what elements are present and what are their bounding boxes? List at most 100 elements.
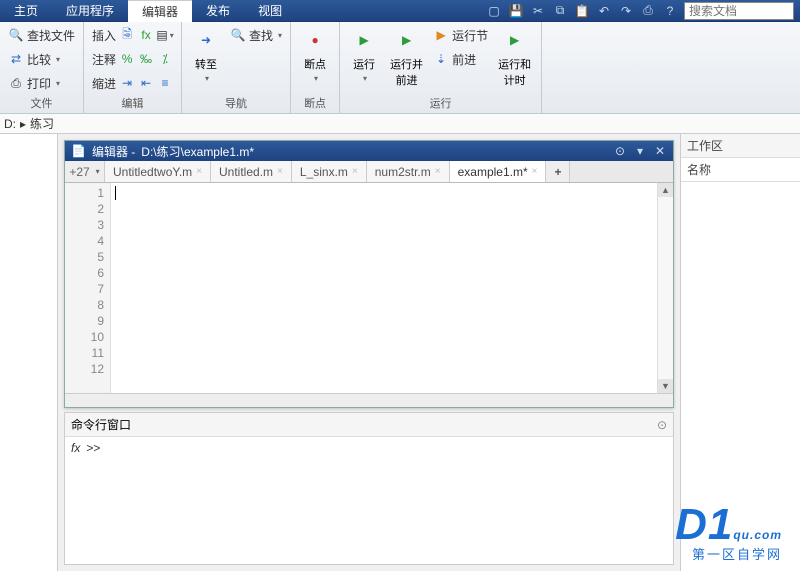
qat-cut-icon[interactable]: ✂ (530, 3, 546, 19)
goto-button[interactable]: ➜ 转至 (188, 24, 224, 85)
watermark-brand: D1 (675, 500, 733, 549)
qat-save-icon[interactable]: 💾 (508, 3, 524, 19)
main-tabstrip: 主页 应用程序 编辑器 发布 视图 ▢ 💾 ✂ ⧉ 📋 ↶ ↷ ⎙ ? (0, 0, 800, 22)
file-tab-2[interactable]: L_sinx.m× (292, 161, 367, 182)
run-button[interactable]: ▶运行 (346, 24, 382, 85)
watermark-sub: 第一区自学网 (675, 544, 782, 563)
search-input[interactable] (684, 2, 794, 20)
percent-icon: % (119, 51, 135, 67)
close-tab-icon[interactable]: × (435, 166, 441, 177)
run-time-button[interactable]: ▶运行和 计时 (494, 24, 535, 90)
line-number: 8 (65, 297, 104, 313)
left-panel (0, 134, 58, 571)
file-tab-4-label: example1.m* (458, 165, 528, 179)
breakpoint-icon: ● (301, 26, 329, 54)
run-section-button[interactable]: ▶运行节 (431, 24, 490, 46)
qat-new-icon[interactable]: ▢ (486, 3, 502, 19)
group-label-nav: 导航 (188, 94, 284, 113)
autoindent-icon: ≡ (157, 75, 173, 91)
advance-label: 前进 (452, 51, 476, 68)
ribbon-group-nav: ➜ 转至 🔍查找 导航 (182, 22, 291, 113)
editor-path: D:\练习\example1.m* (141, 143, 254, 160)
tab-editor[interactable]: 编辑器 (128, 0, 192, 22)
command-prompt: >> (86, 441, 100, 455)
advance-icon: ⇣ (433, 51, 449, 67)
line-number: 11 (65, 345, 104, 361)
addr-drive: D: (4, 117, 16, 131)
qat-help-icon[interactable]: ? (662, 3, 678, 19)
file-tabs: +27 UntitledtwoY.m× Untitled.m× L_sinx.m… (65, 161, 673, 183)
insert-button[interactable]: 插入 🗟 fx ▤ (90, 24, 175, 46)
close-tab-icon[interactable]: × (532, 166, 538, 177)
run-advance-button[interactable]: ▶运行并 前进 (386, 24, 427, 90)
print-button[interactable]: ⎙打印 (6, 72, 77, 94)
scroll-up-icon[interactable]: ▲ (658, 183, 673, 197)
breakpoints-label: 断点 (304, 56, 326, 72)
code-area[interactable] (111, 183, 657, 393)
command-body[interactable]: fx >> (65, 437, 673, 564)
file-tab-3-label: num2str.m (375, 165, 431, 179)
cmd-dropdown-icon[interactable]: ⊙ (657, 418, 667, 432)
line-number: 12 (65, 361, 104, 377)
qat-undo-icon[interactable]: ↶ (596, 3, 612, 19)
comment-button[interactable]: 注释 % ‰ ⁒ (90, 48, 175, 70)
qat-copy-icon[interactable]: ⧉ (552, 3, 568, 19)
scroll-track[interactable] (658, 197, 673, 379)
outdent-icon: ⇤ (138, 75, 154, 91)
file-tab-3[interactable]: num2str.m × (367, 161, 450, 182)
workspace-col-name[interactable]: 名称 (681, 158, 800, 182)
find-files-button[interactable]: 🔍查找文件 (6, 24, 77, 46)
find-icon: 🔍 (230, 27, 246, 43)
run-label: 运行 (353, 56, 375, 72)
find-files-label: 查找文件 (27, 27, 75, 44)
scroll-down-icon[interactable]: ▼ (658, 379, 673, 393)
find-button[interactable]: 🔍查找 (228, 24, 284, 46)
ribbon-group-edit: 插入 🗟 fx ▤ 注释 % ‰ ⁒ 缩进 ⇥ ⇤ ≡ 编辑 (84, 22, 182, 113)
insert-more-icon[interactable]: ▤ (157, 27, 173, 43)
line-number: 5 (65, 249, 104, 265)
tab-overflow[interactable]: +27 (65, 161, 105, 182)
tab-home[interactable]: 主页 (0, 0, 52, 22)
close-icon[interactable]: ✕ (653, 144, 667, 158)
watermark: D1qu.com 第一区自学网 (675, 500, 782, 563)
line-number: 9 (65, 313, 104, 329)
breakpoints-button[interactable]: ● 断点 (297, 24, 333, 85)
vertical-scrollbar[interactable]: ▲ ▼ (657, 183, 673, 393)
qat-print-icon[interactable]: ⎙ (640, 3, 656, 19)
indent-button[interactable]: 缩进 ⇥ ⇤ ≡ (90, 72, 175, 94)
group-label-run: 运行 (346, 94, 535, 113)
goto-label: 转至 (195, 56, 217, 72)
qat-paste-icon[interactable]: 📋 (574, 3, 590, 19)
ribbon-group-breakpoints: ● 断点 断点 (291, 22, 340, 113)
compare-button[interactable]: ⇄比较 (6, 48, 77, 70)
add-tab-button[interactable]: + (546, 161, 570, 182)
file-tab-1[interactable]: Untitled.m× (211, 161, 292, 182)
editor-icon: 📄 (71, 144, 86, 158)
quick-access-toolbar: ▢ 💾 ✂ ⧉ 📋 ↶ ↷ ⎙ ? (480, 2, 800, 20)
print-icon: ⎙ (8, 75, 24, 91)
tab-publish[interactable]: 发布 (192, 0, 244, 22)
find-label: 查找 (249, 27, 273, 44)
address-bar[interactable]: D: ▸ 练习 (0, 114, 800, 134)
ribbon-group-run: ▶运行 ▶运行并 前进 ▶运行节 ⇣前进 ▶运行和 计时 运行 (340, 22, 542, 113)
tab-apps[interactable]: 应用程序 (52, 0, 128, 22)
editor-titlebar[interactable]: 📄 编辑器 - D:\练习\example1.m* ⊙ ▾ ✕ (65, 141, 673, 161)
percent2-icon: ‰ (138, 51, 154, 67)
dropdown-icon[interactable]: ⊙ (613, 144, 627, 158)
advance-button[interactable]: ⇣前进 (431, 48, 490, 70)
section-icon: 🗟 (119, 27, 135, 43)
close-tab-icon[interactable]: × (352, 166, 358, 177)
file-tab-0[interactable]: UntitledtwoY.m× (105, 161, 211, 182)
fx-prompt-icon: fx (71, 441, 80, 455)
maximize-icon[interactable]: ▾ (633, 144, 647, 158)
group-label-edit: 编辑 (90, 94, 175, 113)
close-tab-icon[interactable]: × (196, 166, 202, 177)
file-tab-4[interactable]: example1.m* × (450, 161, 547, 182)
tab-view[interactable]: 视图 (244, 0, 296, 22)
qat-redo-icon[interactable]: ↷ (618, 3, 634, 19)
close-tab-icon[interactable]: × (277, 166, 283, 177)
run-time-icon: ▶ (501, 26, 529, 54)
ribbon-group-file: 🔍查找文件 ⇄比较 ⎙打印 文件 (0, 22, 84, 113)
line-number: 1 (65, 185, 104, 201)
find-files-icon: 🔍 (8, 27, 24, 43)
